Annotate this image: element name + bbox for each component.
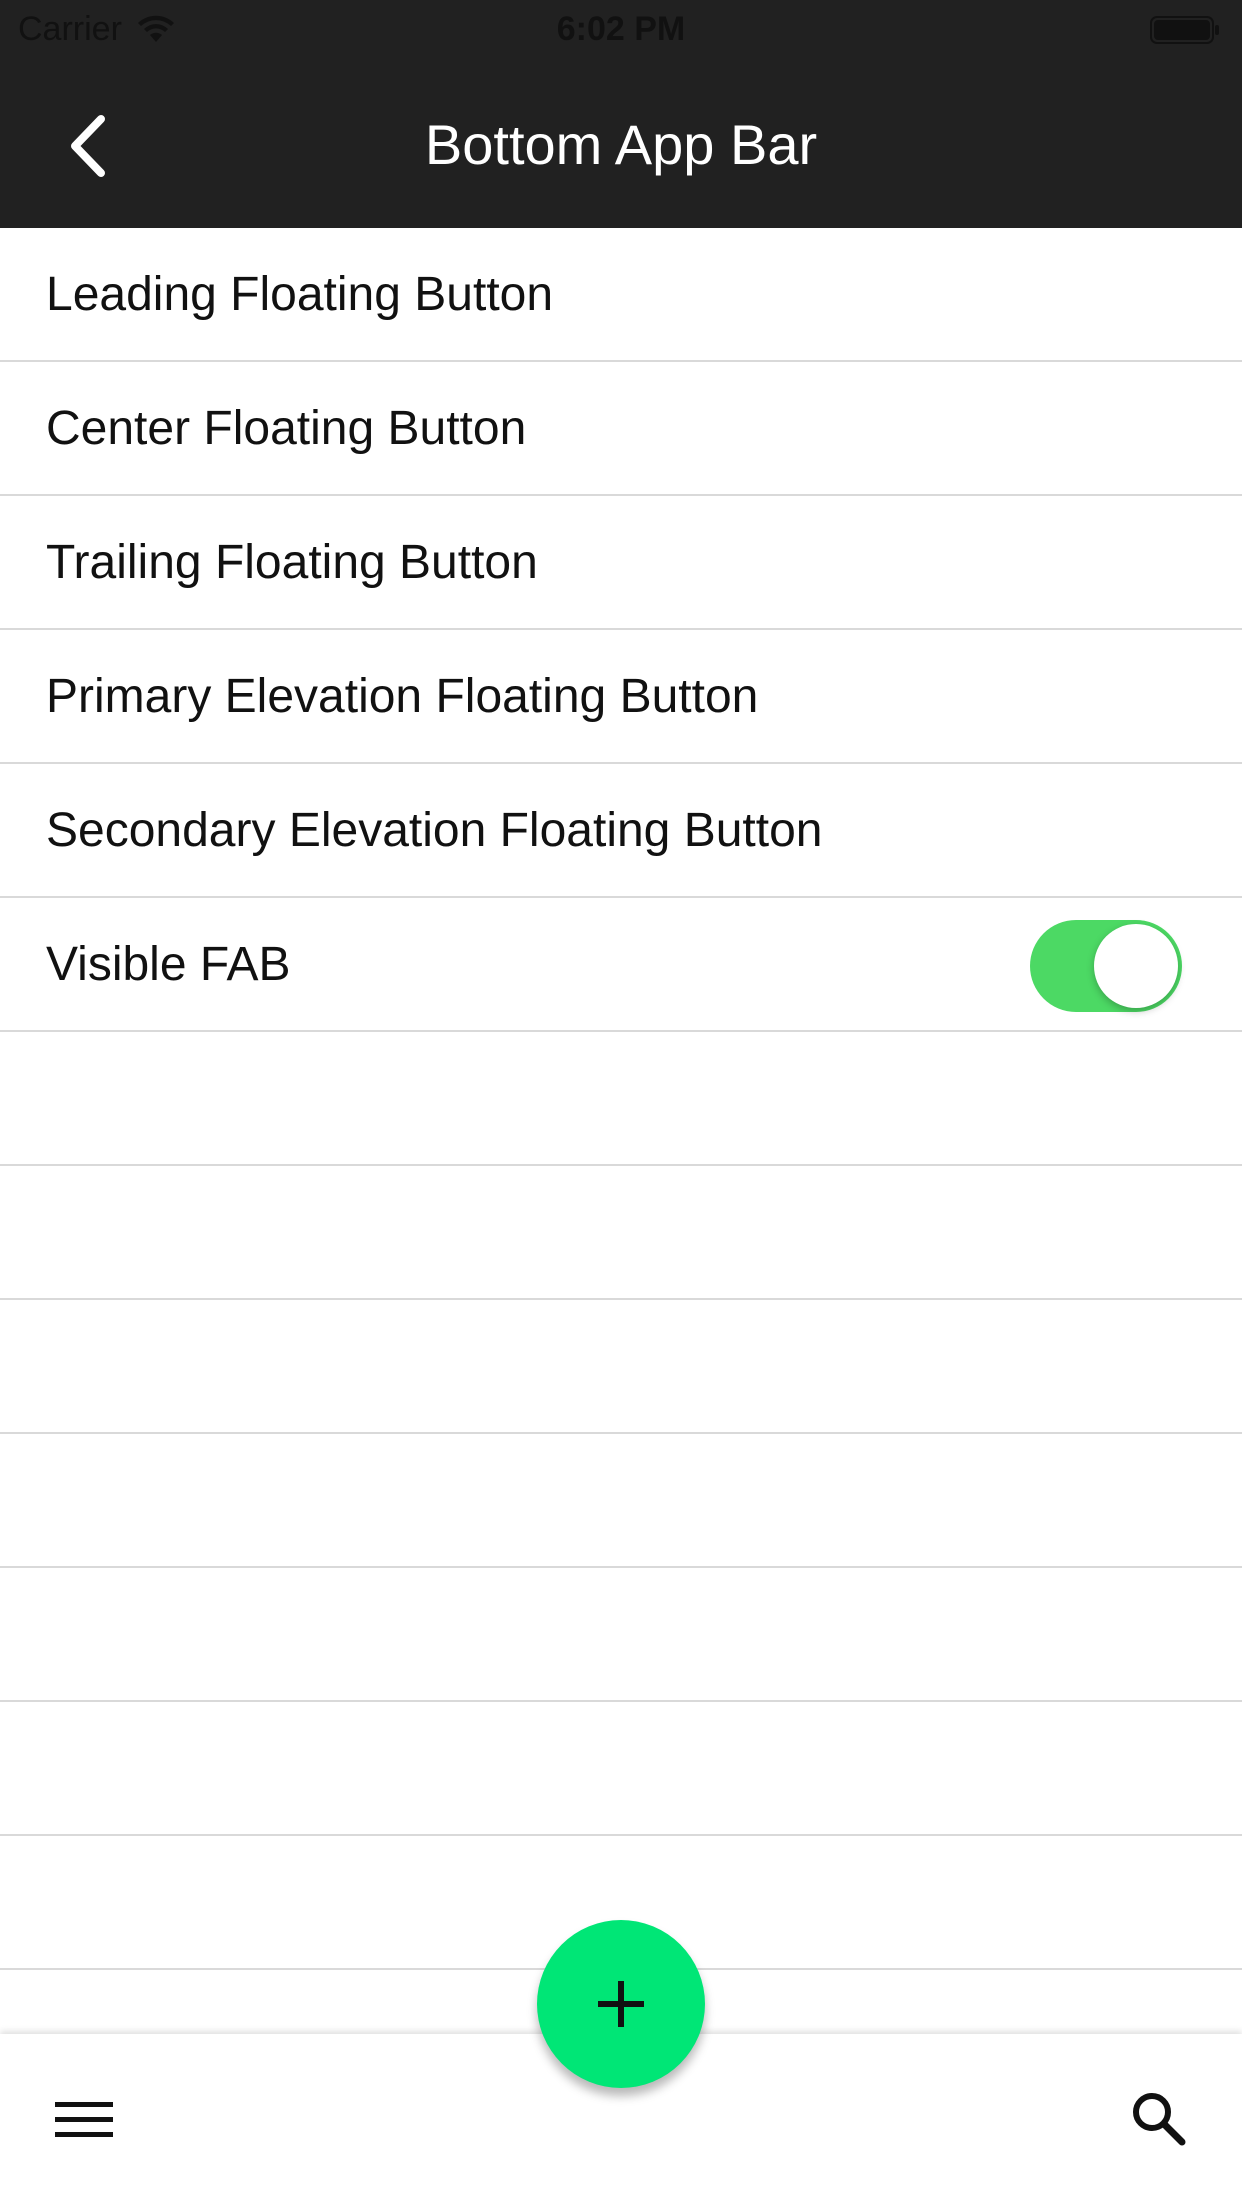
- list-item-trailing-floating-button[interactable]: Trailing Floating Button: [0, 496, 1242, 630]
- list-item-label: Primary Elevation Floating Button: [46, 669, 759, 723]
- search-icon: [1133, 2093, 1186, 2146]
- list-item-primary-elevation[interactable]: Primary Elevation Floating Button: [0, 630, 1242, 764]
- list-item-label: Center Floating Button: [46, 401, 527, 455]
- list-item-visible-fab: Visible FAB: [0, 898, 1242, 1032]
- list-item-label: Trailing Floating Button: [46, 535, 538, 589]
- toggle-knob: [1094, 924, 1178, 1008]
- empty-row: [0, 1032, 1242, 1166]
- empty-row: [0, 1568, 1242, 1702]
- status-bar: Carrier 6:02 PM: [0, 0, 1242, 62]
- status-time: 6:02 PM: [556, 10, 686, 48]
- empty-row: [0, 1702, 1242, 1836]
- empty-row: [0, 1166, 1242, 1300]
- menu-button[interactable]: [44, 2080, 124, 2160]
- page-title: Bottom App Bar: [424, 113, 818, 176]
- search-button[interactable]: [1118, 2078, 1198, 2158]
- options-list: Leading Floating Button Center Floating …: [0, 228, 1242, 1970]
- list-item-label: Leading Floating Button: [46, 267, 554, 321]
- plus-icon: [598, 1981, 644, 2027]
- list-item-label: Visible FAB: [46, 937, 291, 991]
- list-item-secondary-elevation[interactable]: Secondary Elevation Floating Button: [0, 764, 1242, 898]
- empty-row: [0, 1300, 1242, 1434]
- navigation-bar: Bottom App Bar: [0, 62, 1242, 228]
- empty-row: [0, 1434, 1242, 1568]
- visible-fab-toggle[interactable]: [1030, 920, 1182, 1012]
- hamburger-menu-icon: [55, 2102, 113, 2137]
- list-item-center-floating-button[interactable]: Center Floating Button: [0, 362, 1242, 496]
- list-item-leading-floating-button[interactable]: Leading Floating Button: [0, 228, 1242, 362]
- battery-icon: [1150, 16, 1219, 44]
- list-item-label: Secondary Elevation Floating Button: [46, 803, 823, 857]
- floating-action-button[interactable]: [537, 1920, 705, 2088]
